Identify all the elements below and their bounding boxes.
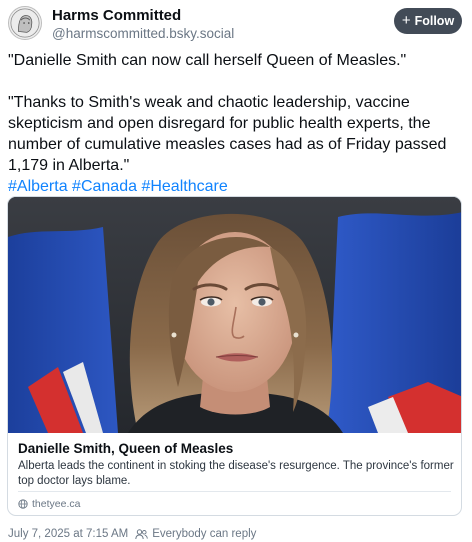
post-meta: July 7, 2025 at 7:15 AM Everybody can re… [8,528,256,540]
avatar[interactable] [8,6,42,40]
post-body: "Danielle Smith can now call herself Que… [8,50,464,197]
plus-icon: + [401,12,411,29]
follow-button[interactable]: + Follow [394,8,462,34]
link-card-title: Danielle Smith, Queen of Measles [18,441,234,456]
author-name[interactable]: Harms Committed [52,7,181,24]
reply-setting[interactable]: Everybody can reply [152,528,256,540]
hashtag-link[interactable]: #Alberta [8,178,68,195]
hashtag-link[interactable]: #Canada [72,178,137,195]
post-paragraph: "Thanks to Smith's weak and chaotic lead… [8,94,447,174]
post-paragraph: "Danielle Smith can now call herself Que… [8,52,407,69]
follow-button-label: Follow [414,14,455,28]
link-card[interactable]: Danielle Smith, Queen of Measles Alberta… [7,196,462,516]
author-handle[interactable]: @harmscommitted.bsky.social [52,26,234,41]
link-card-domain: thetyee.ca [32,498,81,510]
link-card-divider [18,491,451,492]
post-timestamp[interactable]: July 7, 2025 at 7:15 AM [8,528,128,540]
link-card-source: thetyee.ca [18,498,80,510]
people-icon [135,528,148,540]
hashtag-link[interactable]: #Healthcare [141,178,227,195]
globe-icon [18,499,28,509]
link-card-description: Alberta leads the continent in stoking t… [18,460,454,487]
post-header: Harms Committed @harmscommitted.bsky.soc… [0,0,472,48]
link-card-image [8,197,461,433]
hashtag-list: #Alberta #Canada #Healthcare [8,176,464,197]
